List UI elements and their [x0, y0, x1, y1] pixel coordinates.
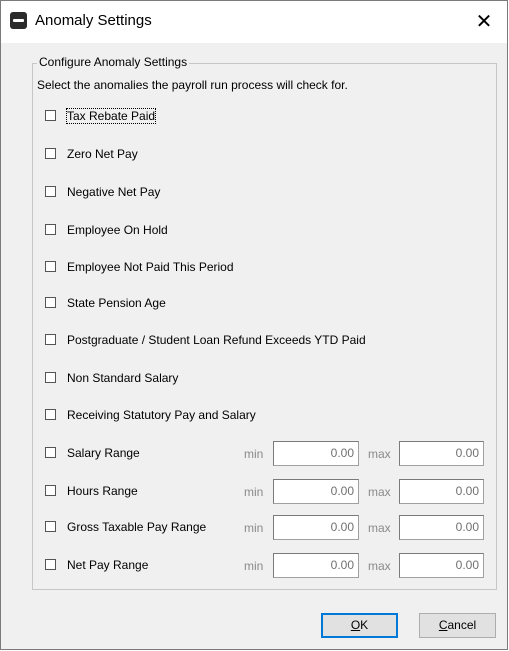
gross-max-input[interactable]: 0.00	[399, 515, 484, 540]
net-pay-max-input[interactable]: 0.00	[399, 553, 484, 578]
window-title: Anomaly Settings	[35, 12, 152, 29]
check-label: Net Pay Range	[67, 558, 149, 572]
checkbox[interactable]	[45, 521, 56, 532]
checkbox[interactable]	[45, 186, 56, 197]
group-label: Configure Anomaly Settings	[37, 55, 190, 69]
checkbox[interactable]	[45, 297, 56, 308]
checkbox[interactable]	[45, 110, 56, 121]
check-label: Salary Range	[67, 446, 140, 460]
check-label: Receiving Statutory Pay and Salary	[67, 408, 256, 422]
check-label: Zero Net Pay	[67, 147, 138, 161]
min-label: min	[244, 559, 264, 573]
check-label: State Pension Age	[67, 296, 166, 310]
check-label: Hours Range	[67, 484, 138, 498]
cancel-button[interactable]: Cancel	[419, 613, 496, 638]
check-label: Negative Net Pay	[67, 185, 161, 199]
hours-max-input[interactable]: 0.00	[399, 479, 484, 504]
check-label: Tax Rebate Paid	[65, 108, 157, 124]
checkbox[interactable]	[45, 447, 56, 458]
checkbox[interactable]	[45, 224, 56, 235]
close-icon[interactable]: ✕	[461, 1, 507, 43]
check-label: Postgraduate / Student Loan Refund Excee…	[67, 333, 366, 347]
checkbox[interactable]	[45, 409, 56, 420]
checkbox[interactable]	[45, 148, 56, 159]
title-bar: Anomaly Settings ✕	[1, 1, 507, 43]
min-label: min	[244, 521, 264, 535]
min-label: min	[244, 447, 264, 461]
gross-min-input[interactable]: 0.00	[273, 515, 359, 540]
check-label: Non Standard Salary	[67, 371, 179, 385]
net-pay-min-input[interactable]: 0.00	[273, 553, 359, 578]
configure-group-box	[32, 63, 497, 590]
check-label: Employee On Hold	[67, 223, 168, 237]
max-label: max	[368, 485, 391, 499]
app-icon	[10, 12, 27, 29]
salary-max-input[interactable]: 0.00	[399, 441, 484, 466]
check-label: Employee Not Paid This Period	[67, 260, 234, 274]
max-label: max	[368, 447, 391, 461]
ok-button[interactable]: OK	[321, 613, 398, 638]
checkbox[interactable]	[45, 372, 56, 383]
checkbox[interactable]	[45, 334, 56, 345]
ok-mnemonic: O	[350, 618, 361, 632]
ok-label-rest: K	[360, 618, 369, 632]
checkbox[interactable]	[45, 485, 56, 496]
max-label: max	[368, 559, 391, 573]
checkbox[interactable]	[45, 559, 56, 570]
max-label: max	[368, 521, 391, 535]
anomaly-settings-dialog: Anomaly Settings ✕ Configure Anomaly Set…	[0, 0, 508, 650]
min-label: min	[244, 485, 264, 499]
hours-min-input[interactable]: 0.00	[273, 479, 359, 504]
cancel-label-rest: ancel	[447, 618, 477, 632]
checkbox[interactable]	[45, 261, 56, 272]
check-label: Gross Taxable Pay Range	[67, 520, 207, 534]
instruction-text: Select the anomalies the payroll run pro…	[37, 78, 348, 92]
salary-min-input[interactable]: 0.00	[273, 441, 359, 466]
